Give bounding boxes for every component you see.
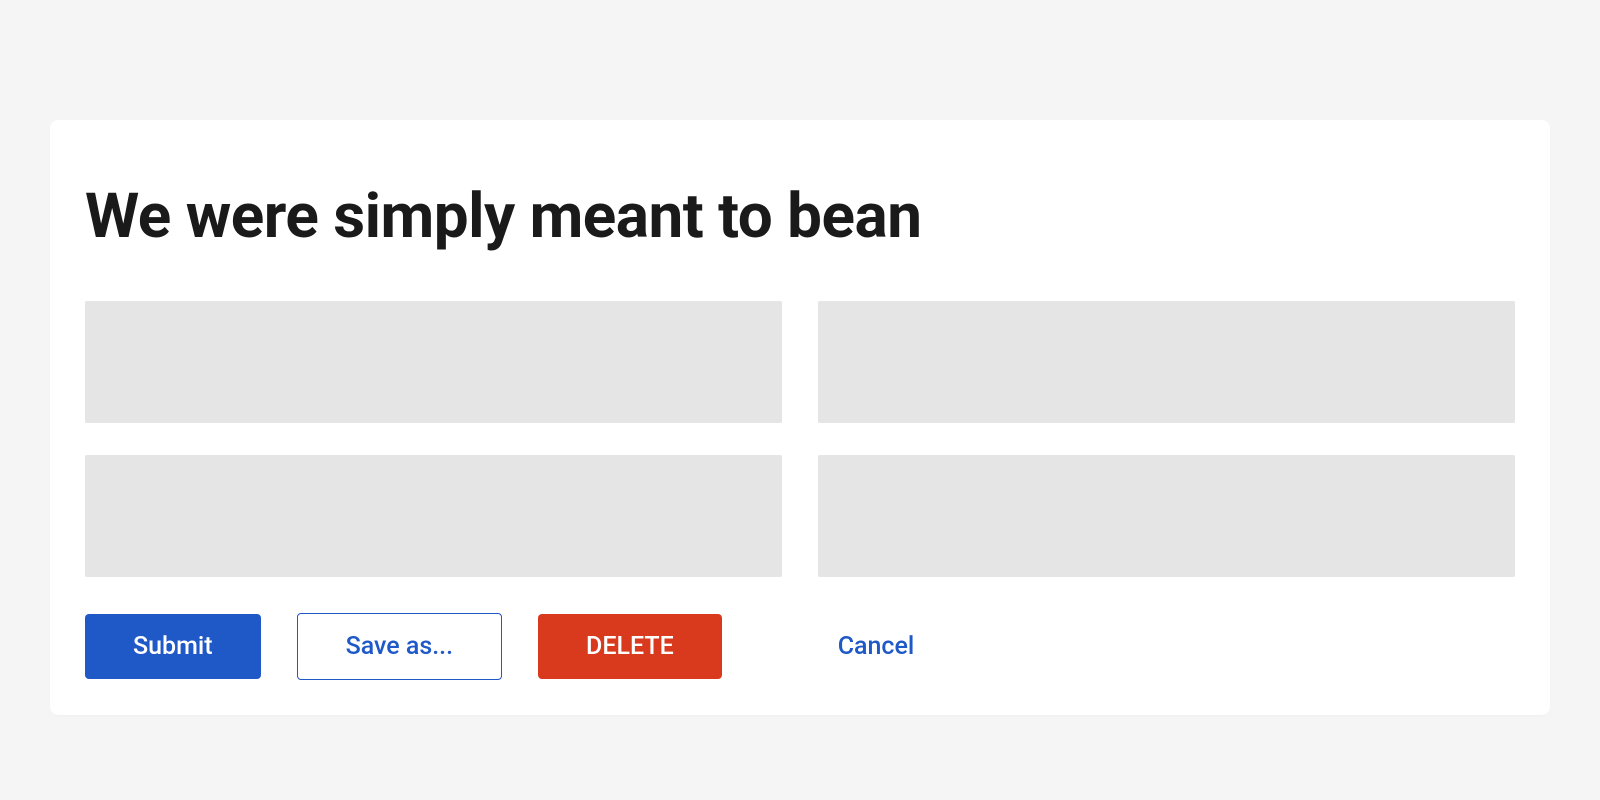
button-row: Submit Save as... DELETE Cancel [85, 613, 1515, 680]
field-4[interactable] [818, 455, 1515, 577]
page-title: We were simply meant to bean [85, 180, 1515, 253]
field-2[interactable] [818, 301, 1515, 423]
save-as-button[interactable]: Save as... [297, 613, 502, 680]
delete-button[interactable]: DELETE [538, 614, 722, 679]
cancel-button[interactable]: Cancel [798, 614, 955, 679]
field-1[interactable] [85, 301, 782, 423]
submit-button[interactable]: Submit [85, 614, 261, 679]
field-3[interactable] [85, 455, 782, 577]
fields-grid [85, 301, 1515, 577]
form-card: We were simply meant to bean Submit Save… [50, 120, 1550, 715]
